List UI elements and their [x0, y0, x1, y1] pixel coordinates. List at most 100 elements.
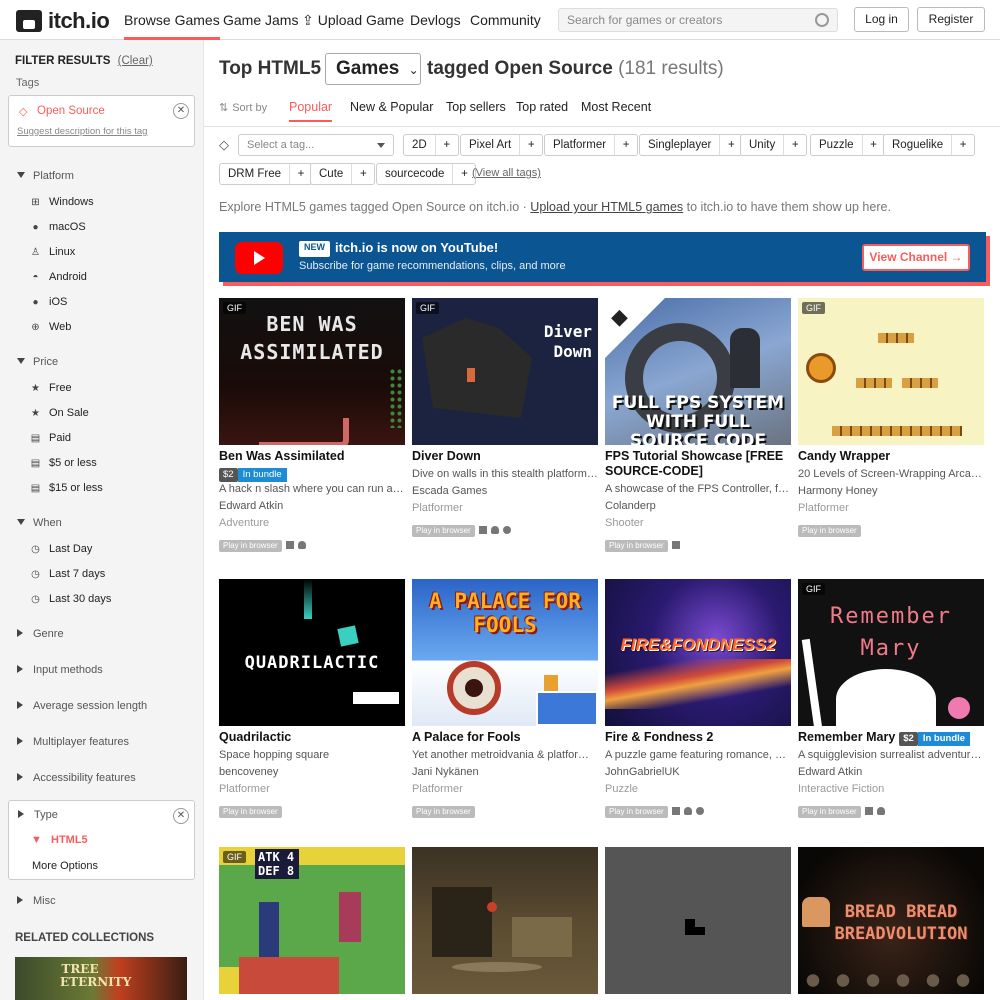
platform-linux[interactable]: ♙ Linux	[30, 246, 75, 258]
platform-section[interactable]: Platform	[17, 170, 74, 182]
tab-popular[interactable]: Popular	[289, 100, 333, 122]
nav-game-jams[interactable]: Game Jams	[223, 0, 298, 40]
game-thumbnail[interactable]: QUADRILACTIC	[219, 579, 405, 726]
price-15-or-less[interactable]: ▤ $15 or less	[30, 482, 103, 494]
game-description: A puzzle game featuring romance, ex…	[605, 749, 791, 761]
tag-chip[interactable]: sourcecode +	[376, 163, 477, 185]
itch-logo[interactable]: itch.io	[16, 8, 110, 34]
youtube-banner[interactable]: NEW itch.io is now on YouTube! Subscribe…	[219, 232, 986, 282]
tab-top-rated[interactable]: Top rated	[516, 100, 568, 114]
platform-web[interactable]: ⊕ Web	[30, 321, 71, 333]
game-author[interactable]: bencoveney	[219, 766, 405, 778]
tag-chip[interactable]: DRM Free +	[219, 163, 314, 185]
type-html5[interactable]: HTML5	[51, 834, 88, 846]
type-section[interactable]: Type	[18, 809, 58, 821]
tag-icon: ◇	[19, 106, 28, 118]
game-thumbnail[interactable]	[605, 847, 791, 994]
game-thumbnail[interactable]: FIRE&FONDNESS2	[605, 579, 791, 726]
search-icon[interactable]	[815, 13, 829, 27]
game-title[interactable]: A Palace for Fools	[412, 730, 521, 744]
when-last-30-days[interactable]: ◷ Last 30 days	[30, 593, 111, 605]
when-last-7-days[interactable]: ◷ Last 7 days	[30, 568, 105, 580]
game-author[interactable]: Colanderp	[605, 500, 791, 512]
classification-dropdown[interactable]: Games ⌄	[325, 53, 421, 85]
register-button[interactable]: Register	[917, 7, 985, 32]
when-last-day[interactable]: ◷ Last Day	[30, 543, 92, 555]
platform-windows[interactable]: ⊞ Windows	[30, 196, 93, 208]
search-input[interactable]: Search for games or creators	[558, 8, 838, 32]
related-collection-thumbnail[interactable]: TREE ETERNITY	[15, 957, 187, 1000]
tag-select[interactable]: Select a tag...	[238, 134, 394, 156]
game-title[interactable]: Remember Mary $2 In bundle	[798, 730, 971, 746]
clear-filters-link[interactable]: (Clear)	[118, 55, 153, 67]
tag-chip[interactable]: Roguelike +	[883, 134, 976, 156]
multiplayer-section[interactable]: Multiplayer features	[17, 736, 129, 748]
tabs-divider	[204, 126, 1000, 127]
game-author[interactable]: Edward Atkin	[798, 766, 984, 778]
nav-community[interactable]: Community	[470, 0, 541, 40]
price-5-or-less[interactable]: ▤ $5 or less	[30, 457, 97, 469]
tag-chip[interactable]: Platformer +	[544, 134, 639, 156]
game-author[interactable]: JohnGabrielUK	[605, 766, 791, 778]
nav-devlogs[interactable]: Devlogs	[410, 0, 461, 40]
game-thumbnail[interactable]: ATK 4 DEF 8 GIF	[219, 847, 405, 994]
remove-type-icon[interactable]: ✕	[173, 808, 189, 824]
game-title[interactable]: Candy Wrapper	[798, 449, 890, 463]
tag-chip[interactable]: Pixel Art +	[460, 134, 544, 156]
game-thumbnail[interactable]: A PALACE FOR FOOLS	[412, 579, 598, 726]
remove-tag-icon[interactable]: ✕	[173, 103, 189, 119]
tab-top-sellers[interactable]: Top sellers	[446, 100, 506, 114]
view-all-tags-link[interactable]: (View all tags)	[472, 167, 541, 179]
game-title[interactable]: Diver Down	[412, 449, 481, 463]
tag-chip[interactable]: Singleplayer +	[639, 134, 744, 156]
view-channel-button[interactable]: View Channel →	[862, 244, 970, 271]
active-tag-box: ◇ Open Source ✕ Suggest description for …	[8, 95, 195, 147]
linux-icon	[876, 807, 885, 815]
platform-ios[interactable]: ● iOS	[30, 296, 67, 308]
game-author[interactable]: Jani Nykänen	[412, 766, 598, 778]
accessibility-section[interactable]: Accessibility features	[17, 772, 136, 784]
game-thumbnail[interactable]: BEN WAS ASSIMILATED GIF	[219, 298, 405, 445]
nav-upload-game[interactable]: ⇪ Upload Game	[302, 0, 404, 40]
game-thumbnail[interactable]	[412, 847, 598, 994]
tag-chip[interactable]: Unity +	[740, 134, 808, 156]
tab-new-popular[interactable]: New & Popular	[350, 100, 433, 114]
game-title[interactable]: FPS Tutorial Showcase [FREE SOURCE-CODE]	[605, 449, 791, 479]
game-description: A hack n slash where you can run aro…	[219, 483, 405, 495]
login-button[interactable]: Log in	[854, 7, 909, 32]
tag-chip[interactable]: Cute +	[310, 163, 376, 185]
game-author[interactable]: Edward Atkin	[219, 500, 405, 512]
game-thumbnail[interactable]: Diver Down GIF	[412, 298, 598, 445]
more-options-link[interactable]: More Options	[32, 860, 98, 872]
price-section[interactable]: Price	[17, 356, 58, 368]
game-genre: Shooter	[605, 517, 644, 529]
game-author[interactable]: Harmony Honey	[798, 485, 984, 497]
input-methods-section[interactable]: Input methods	[17, 664, 103, 676]
platform-android[interactable]: ◓ Android	[30, 271, 86, 283]
game-title[interactable]: Quadrilactic	[219, 730, 291, 744]
game-title[interactable]: Fire & Fondness 2	[605, 730, 713, 744]
misc-section[interactable]: Misc	[17, 895, 56, 907]
apple-icon	[502, 526, 511, 534]
price-on-sale[interactable]: ★ On Sale	[30, 407, 89, 419]
platform-macos[interactable]: ● macOS	[30, 221, 85, 233]
game-thumbnail[interactable]: BREAD BREAD BREADVOLUTION	[798, 847, 984, 994]
when-section[interactable]: When	[17, 517, 62, 529]
tab-most-recent[interactable]: Most Recent	[581, 100, 651, 114]
game-author[interactable]: Escada Games	[412, 485, 598, 497]
filter-sidebar: FILTER RESULTS (Clear) Tags ◇ Open Sourc…	[0, 40, 204, 1000]
upload-games-link[interactable]: Upload your HTML5 games	[530, 200, 683, 214]
globe-icon: ⊕	[31, 321, 40, 333]
tag-chip[interactable]: 2D +	[403, 134, 459, 156]
game-thumbnail[interactable]: GIF	[798, 298, 984, 445]
game-thumbnail[interactable]: Remember Mary GIF	[798, 579, 984, 726]
game-thumbnail[interactable]: ◆ FULL FPS SYSTEM WITH FULL SOURCE CODE	[605, 298, 791, 445]
nav-browse-games[interactable]: Browse Games	[124, 0, 220, 40]
session-length-section[interactable]: Average session length	[17, 700, 147, 712]
tag-chip[interactable]: Puzzle +	[810, 134, 886, 156]
price-paid[interactable]: ▤ Paid	[30, 432, 71, 444]
suggest-description-link[interactable]: Suggest description for this tag	[17, 126, 147, 137]
price-free[interactable]: ★ Free	[30, 382, 72, 394]
game-title[interactable]: Ben Was Assimilated	[219, 449, 345, 463]
genre-section[interactable]: Genre	[17, 628, 64, 640]
